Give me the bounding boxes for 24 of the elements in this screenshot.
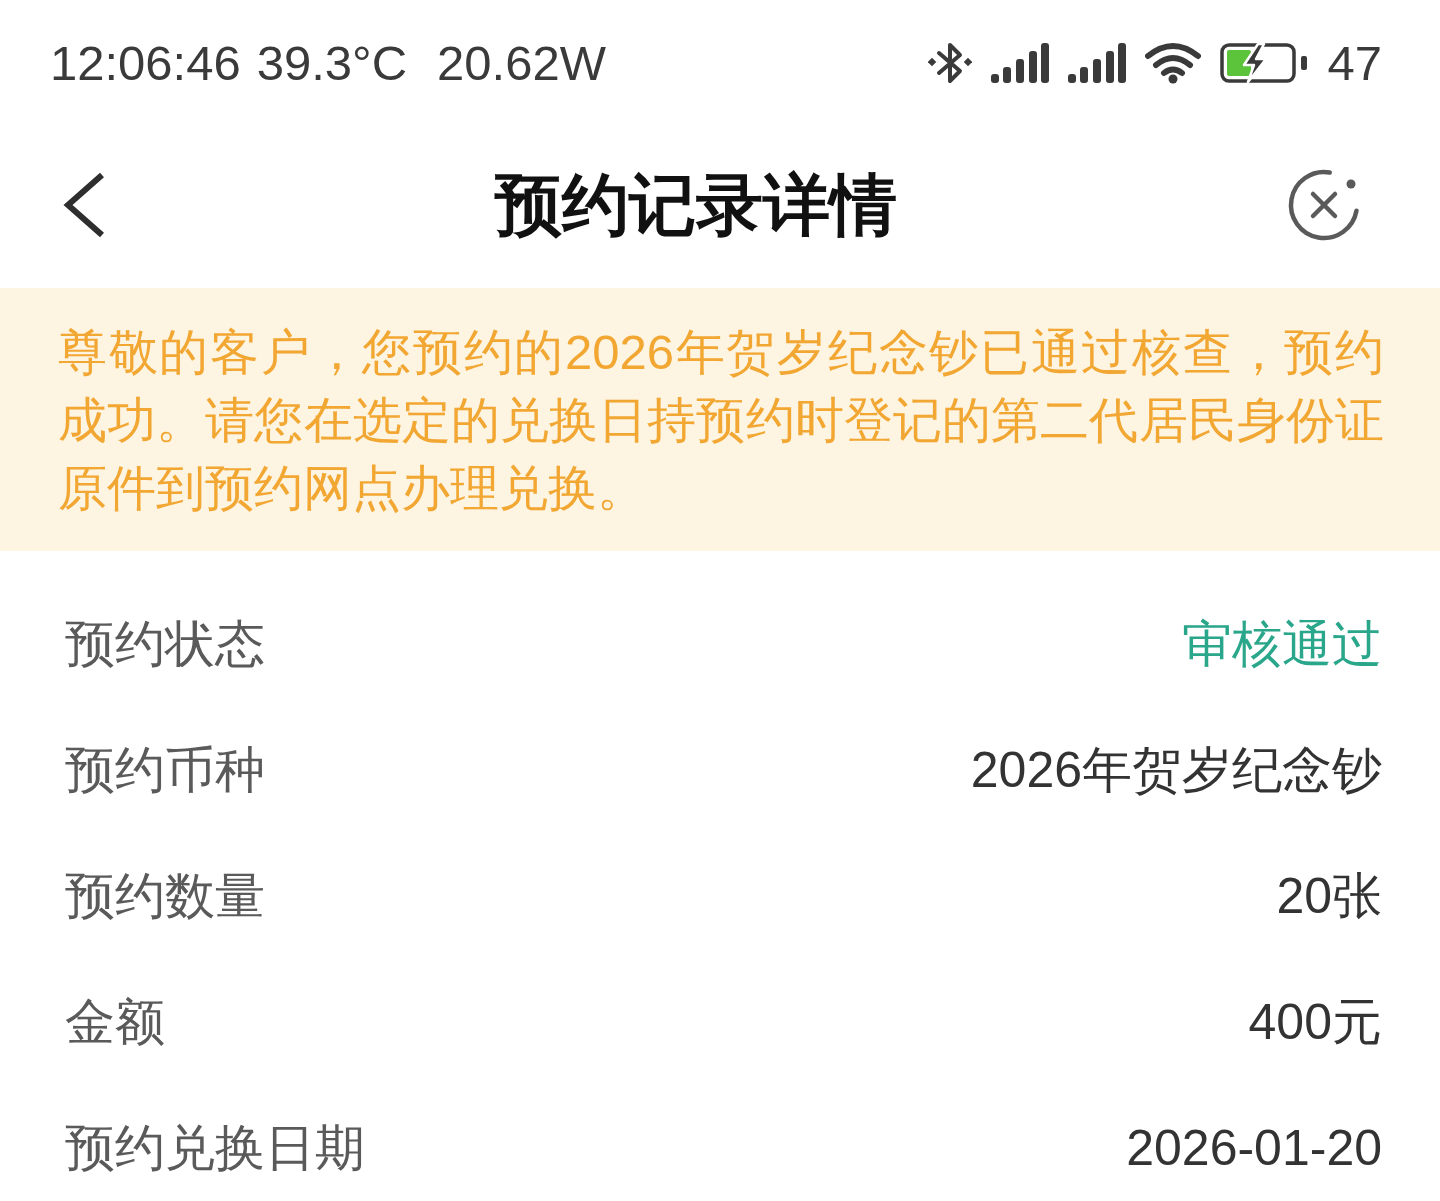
detail-label: 预约数量 xyxy=(65,867,265,926)
detail-label: 预约币种 xyxy=(65,741,265,800)
close-icon xyxy=(1286,167,1362,243)
signal-icon xyxy=(1068,42,1127,83)
temperature-reading: 39.3°C xyxy=(256,34,408,91)
power-reading: 20.62W xyxy=(437,34,606,91)
detail-value: 400元 xyxy=(1248,993,1382,1052)
close-button[interactable] xyxy=(1286,167,1362,243)
detail-value: 审核通过 xyxy=(1182,615,1382,674)
detail-value: 20张 xyxy=(1276,867,1382,926)
back-button[interactable] xyxy=(62,172,106,238)
detail-value: 2026-01-20 xyxy=(1126,1119,1382,1178)
page-title: 预约记录详情 xyxy=(495,165,897,244)
signal-icon xyxy=(991,42,1050,83)
detail-label: 预约状态 xyxy=(65,615,265,674)
back-chevron-icon xyxy=(62,172,106,238)
detail-label: 金额 xyxy=(65,993,165,1052)
wifi-icon xyxy=(1145,41,1202,84)
clock-time: 12:06:46 xyxy=(50,34,241,91)
battery-charging-icon xyxy=(1220,42,1309,83)
notice-message: 尊敬的客户，您预约的2026年贺岁纪念钞已通过核查，预约成功。请您在选定的兑换日持预约时登记的第二代居民身份证原件到预约网点办理兑换。 xyxy=(58,324,1384,517)
detail-value: 2026年贺岁纪念钞 xyxy=(970,741,1382,800)
battery-percent: 47 xyxy=(1327,34,1382,91)
detail-label: 预约兑换日期 xyxy=(65,1119,365,1178)
